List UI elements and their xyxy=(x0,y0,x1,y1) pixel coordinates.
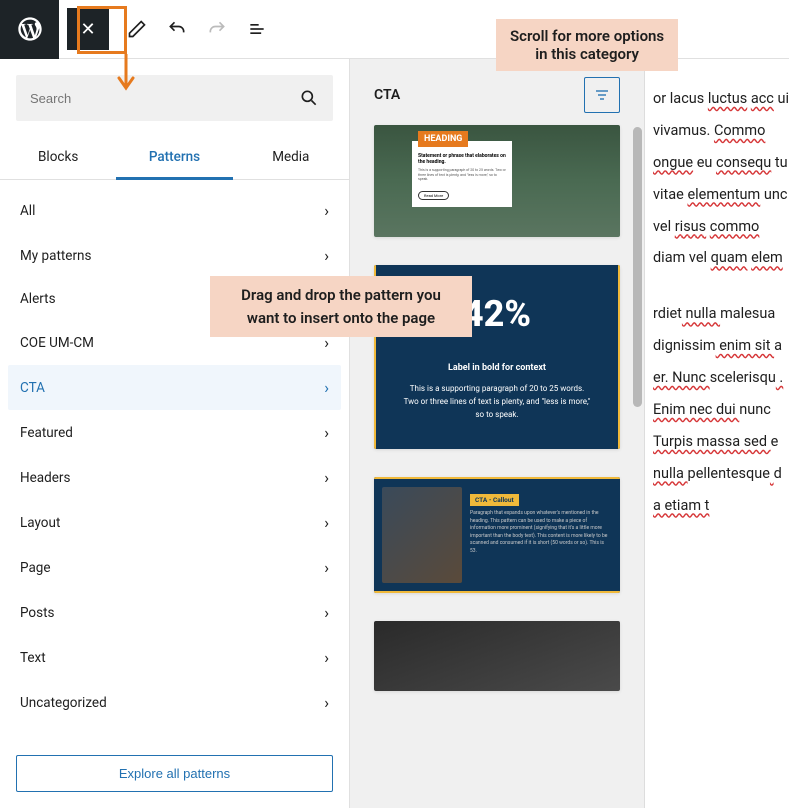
chevron-right-icon: › xyxy=(324,513,329,532)
pattern-card-text: This is a supporting paragraph of 20 to … xyxy=(418,168,506,182)
annotation-callout-scroll: Scroll for more options in this category xyxy=(496,19,678,71)
tab-blocks[interactable]: Blocks xyxy=(0,137,116,179)
document-overview-icon[interactable] xyxy=(239,11,275,47)
category-item-featured[interactable]: Featured › xyxy=(8,410,341,455)
search-input-wrapper[interactable] xyxy=(16,75,333,121)
explore-all-patterns-button[interactable]: Explore all patterns xyxy=(16,755,333,792)
pattern-card-text: Statement or phrase that elaborates on t… xyxy=(418,153,506,165)
search-icon xyxy=(299,88,319,108)
scrollbar-thumb[interactable] xyxy=(633,127,642,407)
pattern-card-text: This is a supporting paragraph of 20 to … xyxy=(392,383,602,421)
pattern-card-label: Label in bold for context xyxy=(392,363,602,373)
pattern-card-text: Paragraph that expands upon whatever's m… xyxy=(470,510,612,555)
block-inserter-sidebar: Blocks Patterns Media All›My patterns›Al… xyxy=(0,59,350,808)
category-item-text[interactable]: Text › xyxy=(8,635,341,680)
preview-panel-title: CTA xyxy=(374,87,400,103)
category-label: Uncategorized xyxy=(20,695,107,711)
content-paragraph: or lacus luctus acc ui vivamus. Commo on… xyxy=(653,83,789,274)
chevron-right-icon: › xyxy=(324,603,329,622)
category-item-posts[interactable]: Posts › xyxy=(8,590,341,635)
pattern-card-heading[interactable]: HEADING Statement or phrase that elabora… xyxy=(374,125,620,237)
tab-patterns[interactable]: Patterns xyxy=(116,137,232,180)
annotation-arrow-icon xyxy=(116,54,140,96)
pattern-preview-panel: CTA HEADING Statement or phrase that ela… xyxy=(350,59,645,808)
category-label: CTA xyxy=(20,380,45,396)
pattern-card-heading-badge: HEADING xyxy=(418,131,468,147)
wordpress-logo[interactable] xyxy=(0,0,59,59)
redo-icon xyxy=(199,11,235,47)
category-label: Alerts xyxy=(20,291,56,307)
content-paragraph: rdiet nulla malesua dignissim enim sit a… xyxy=(653,298,789,521)
chevron-right-icon: › xyxy=(324,423,329,442)
category-label: Page xyxy=(20,560,51,576)
category-label: Text xyxy=(20,650,46,666)
tab-media[interactable]: Media xyxy=(233,137,349,179)
pattern-card-partial[interactable] xyxy=(374,621,620,691)
pattern-card-heading-badge: CTA - Callout xyxy=(470,494,519,506)
chevron-right-icon: › xyxy=(324,648,329,667)
chevron-right-icon: › xyxy=(324,201,329,220)
pattern-category-list: All›My patterns›AlertsCOE UM-CM›CTA›Feat… xyxy=(0,180,349,739)
pattern-card-button: Read More xyxy=(418,191,449,200)
category-item-headers[interactable]: Headers › xyxy=(8,455,341,500)
chevron-right-icon: › xyxy=(324,246,329,265)
annotation-callout-drag: Drag and drop the pattern you want to in… xyxy=(210,276,472,337)
chevron-right-icon: › xyxy=(324,693,329,712)
page-content-area[interactable]: or lacus luctus acc ui vivamus. Commo on… xyxy=(645,59,789,808)
category-label: Featured xyxy=(20,425,73,441)
category-item-page[interactable]: Page › xyxy=(8,545,341,590)
category-item-uncategorized[interactable]: Uncategorized › xyxy=(8,680,341,725)
category-item-cta[interactable]: CTA › xyxy=(8,365,341,410)
edit-icon[interactable] xyxy=(119,11,155,47)
filter-button[interactable] xyxy=(584,77,620,113)
category-label: COE UM-CM xyxy=(20,335,94,351)
chevron-right-icon: › xyxy=(324,468,329,487)
category-label: Headers xyxy=(20,470,70,486)
chevron-right-icon: › xyxy=(324,378,329,397)
pattern-card-callout[interactable]: CTA - Callout Paragraph that expands upo… xyxy=(374,477,620,593)
category-label: Posts xyxy=(20,605,54,621)
category-label: My patterns xyxy=(20,248,91,264)
undo-icon[interactable] xyxy=(159,11,195,47)
close-inserter-button[interactable]: ✕ xyxy=(67,8,109,50)
category-item-my-patterns[interactable]: My patterns › xyxy=(8,233,341,278)
search-input[interactable] xyxy=(30,91,299,106)
category-label: All xyxy=(20,203,35,219)
category-label: Layout xyxy=(20,515,60,531)
filter-icon xyxy=(594,87,610,103)
pattern-card-image xyxy=(382,487,462,583)
category-item-all[interactable]: All › xyxy=(8,188,341,233)
chevron-right-icon: › xyxy=(324,558,329,577)
category-item-layout[interactable]: Layout › xyxy=(8,500,341,545)
